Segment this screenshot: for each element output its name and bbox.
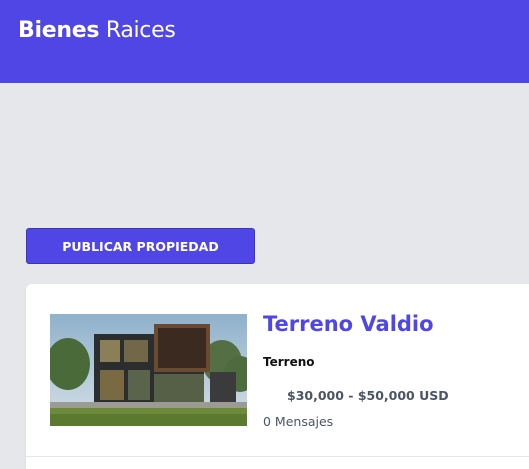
brand-logo[interactable]: Bienes Raices (18, 18, 176, 43)
publish-property-button[interactable]: PUBLICAR PROPIEDAD (26, 228, 255, 264)
property-messages-count[interactable]: 0 Mensajes (263, 414, 333, 429)
property-card: Terreno Valdio Terreno $30,000 - $50,000… (26, 284, 529, 469)
house-photo (50, 314, 247, 426)
top-header: Bienes Raices (0, 0, 529, 83)
card-divider (26, 456, 529, 457)
brand-light-text: Raices (105, 18, 176, 43)
property-image[interactable] (50, 314, 247, 426)
property-title[interactable]: Terreno Valdio (263, 312, 434, 336)
property-category: Terreno (263, 355, 315, 369)
brand-bold-text: Bienes (18, 18, 100, 43)
property-price: $30,000 - $50,000 USD (287, 388, 449, 403)
